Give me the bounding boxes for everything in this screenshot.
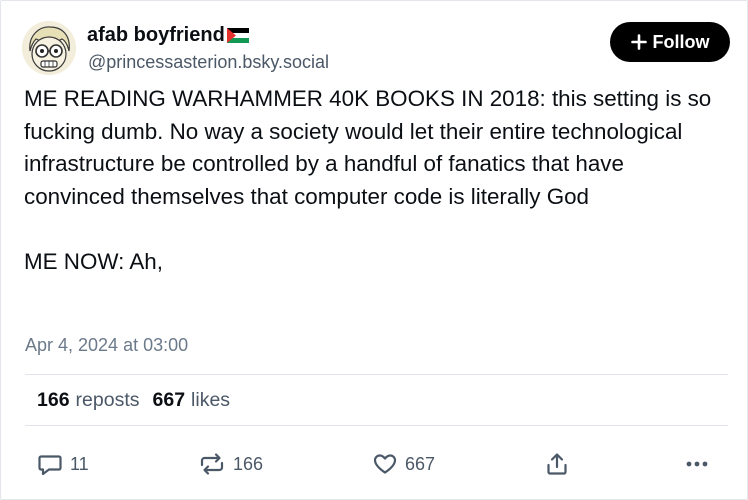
avatar[interactable] (22, 21, 76, 75)
reply-count: 11 (70, 453, 89, 474)
like-count: 667 (405, 453, 436, 474)
post-timestamp[interactable]: Apr 4, 2024 at 03:00 (25, 334, 188, 356)
cartoon-face-avatar (22, 21, 76, 75)
post-card: afab boyfriend @princessasterion.bsky.so… (0, 0, 748, 500)
likes-stat[interactable]: 667 likes (153, 388, 231, 412)
reposts-label: reposts (75, 389, 140, 411)
share-icon (545, 451, 569, 477)
heart-icon (372, 451, 398, 477)
author-display-name[interactable]: afab boyfriend (87, 23, 249, 49)
engagement-stats: 166 reposts 667 likes (37, 388, 230, 412)
display-name-text: afab boyfriend (87, 24, 225, 46)
follow-button-label: Follow (652, 31, 710, 52)
divider (25, 425, 728, 426)
more-options-button[interactable] (685, 451, 709, 477)
repost-count: 166 (233, 453, 264, 474)
more-dots-icon (685, 451, 709, 477)
likes-count: 667 (152, 389, 186, 411)
reply-button[interactable]: 11 (37, 451, 89, 477)
follow-button[interactable]: Follow (610, 22, 730, 62)
plus-icon (630, 34, 647, 50)
author-handle[interactable]: @princessasterion.bsky.social (88, 51, 329, 73)
reposts-stat[interactable]: 166 reposts (37, 388, 140, 412)
repost-icon (198, 451, 226, 477)
divider (25, 374, 728, 375)
like-button[interactable]: 667 (372, 451, 435, 477)
repost-button[interactable]: 166 (198, 451, 263, 477)
share-button[interactable] (545, 451, 569, 477)
reposts-count: 166 (37, 389, 70, 411)
action-bar: 11 166 667 (1, 451, 748, 477)
reply-icon (37, 451, 63, 477)
post-text: ME READING WARHAMMER 40K BOOKS IN 2018: … (24, 86, 712, 274)
likes-label: likes (191, 389, 231, 411)
palestine-flag-icon (226, 25, 249, 49)
